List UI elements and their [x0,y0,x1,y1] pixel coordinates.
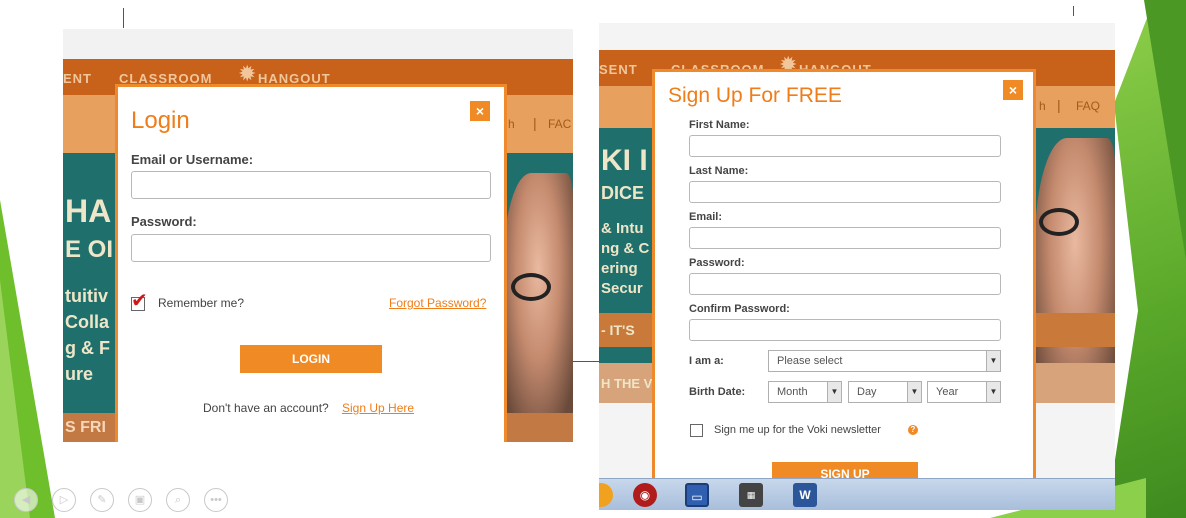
dropdown-arrow-icon[interactable]: ▼ [986,382,1000,402]
promo-text: - IT'S [601,322,635,338]
zoom-icon[interactable]: ⌕ [166,488,190,512]
sub-nav-faq[interactable]: FAQ [1076,99,1100,113]
help-icon[interactable]: ? [908,425,918,435]
connector-line [571,361,601,362]
dropdown-arrow-icon[interactable]: ▼ [827,382,841,402]
slides-icon[interactable]: ▣ [128,488,152,512]
last-name-input[interactable] [689,181,1001,203]
glasses-graphic [1039,208,1079,236]
recorder-icon[interactable]: ◉ [633,483,657,507]
hero-text: HA [65,193,112,229]
email-label: Email or Username: [131,152,254,167]
child-photo [1035,138,1115,398]
signup-screenshot: SENT CLASSROOM ✹ HANGOUT h | FAQ KI I DI… [599,23,1115,510]
hero-text: Secur [601,280,643,297]
divider-line [1073,6,1074,16]
previous-icon[interactable]: ◀ [14,488,38,512]
remember-me-checkbox[interactable]: ✔ [131,290,148,312]
promo-text: S FRI [65,419,106,436]
sub-nav-faq[interactable]: FAC [548,117,571,131]
nav-item[interactable]: SENT [599,62,638,77]
birth-day-select[interactable]: Day ▼ [848,381,922,403]
sub-nav-item[interactable]: h [1039,99,1046,113]
glasses-graphic [511,273,551,301]
confirm-password-input[interactable] [689,319,1001,341]
sub-nav-separator: | [533,115,537,131]
hero-text: Colla [65,312,110,332]
confirm-password-label: Confirm Password: [689,303,790,315]
login-screenshot: ENT CLASSROOM ✹ HANGOUT h | FAC HA E OI … [63,29,573,442]
no-account-text: Don't have an account? [203,401,329,415]
day-select-value: Day [857,386,877,398]
dropdown-arrow-icon[interactable]: ▼ [986,351,1000,371]
year-select-value: Year [936,386,959,398]
more-icon[interactable]: ••• [204,488,228,512]
promo-text: H THE V [601,376,653,391]
forgot-password-link[interactable]: Forgot Password? [389,296,486,310]
close-icon[interactable]: × [470,101,490,121]
password-label: Password: [131,214,197,229]
email-label: Email: [689,211,723,223]
checkmark-icon: ✔ [131,290,148,312]
hero-text: g & F [65,338,110,358]
remember-me-label: Remember me? [158,296,245,310]
hero-text: E OI [65,236,114,263]
i-am-label: I am a: [689,355,724,367]
last-name-label: Last Name: [689,165,749,177]
word-icon[interactable]: W [793,483,817,507]
divider-line [123,8,124,28]
sub-nav-item[interactable]: h [508,117,515,131]
slide-decoration-left-light [0,280,30,518]
hero-text: tuitiv [65,286,108,306]
birth-year-select[interactable]: Year ▼ [927,381,1001,403]
email-input[interactable] [131,171,491,199]
month-select-value: Month [777,386,808,398]
first-name-label: First Name: [689,119,750,131]
birth-month-select[interactable]: Month ▼ [768,381,842,403]
password-input[interactable] [689,273,1001,295]
login-title: Login [131,107,190,134]
hero-text: ure [65,364,94,384]
chrome-icon[interactable] [599,483,613,507]
role-select-value: Please select [777,355,843,367]
role-select[interactable]: Please select ▼ [768,350,1001,372]
signup-modal: Sign Up For FREE × First Name: Last Name… [652,69,1036,510]
login-modal: Login × Email or Username: Password: ✔ R… [115,84,507,442]
password-label: Password: [689,257,745,269]
close-icon[interactable]: × [1003,80,1023,100]
save-disk-icon[interactable]: ▭ [685,483,709,507]
login-button[interactable]: LOGIN [240,345,382,373]
nav-item[interactable]: ENT [63,71,92,86]
email-input[interactable] [689,227,1001,249]
hero-text: DICE [601,183,645,203]
birth-date-label: Birth Date: [689,386,746,398]
calculator-icon[interactable]: ▦ [739,483,763,507]
newsletter-label: Sign me up for the Voki newsletter [714,424,881,436]
first-name-input[interactable] [689,135,1001,157]
sub-nav-separator: | [1057,97,1061,113]
dropdown-arrow-icon[interactable]: ▼ [907,382,921,402]
play-icon[interactable]: ▷ [52,488,76,512]
newsletter-checkbox[interactable] [690,424,703,437]
taskbar: ◉ ▭ ▦ W [599,478,1115,510]
signup-title: Sign Up For FREE [668,84,842,107]
password-input[interactable] [131,234,491,262]
signup-here-link[interactable]: Sign Up Here [342,401,414,415]
pen-icon[interactable]: ✎ [90,488,114,512]
hero-text: KI I [601,144,648,177]
